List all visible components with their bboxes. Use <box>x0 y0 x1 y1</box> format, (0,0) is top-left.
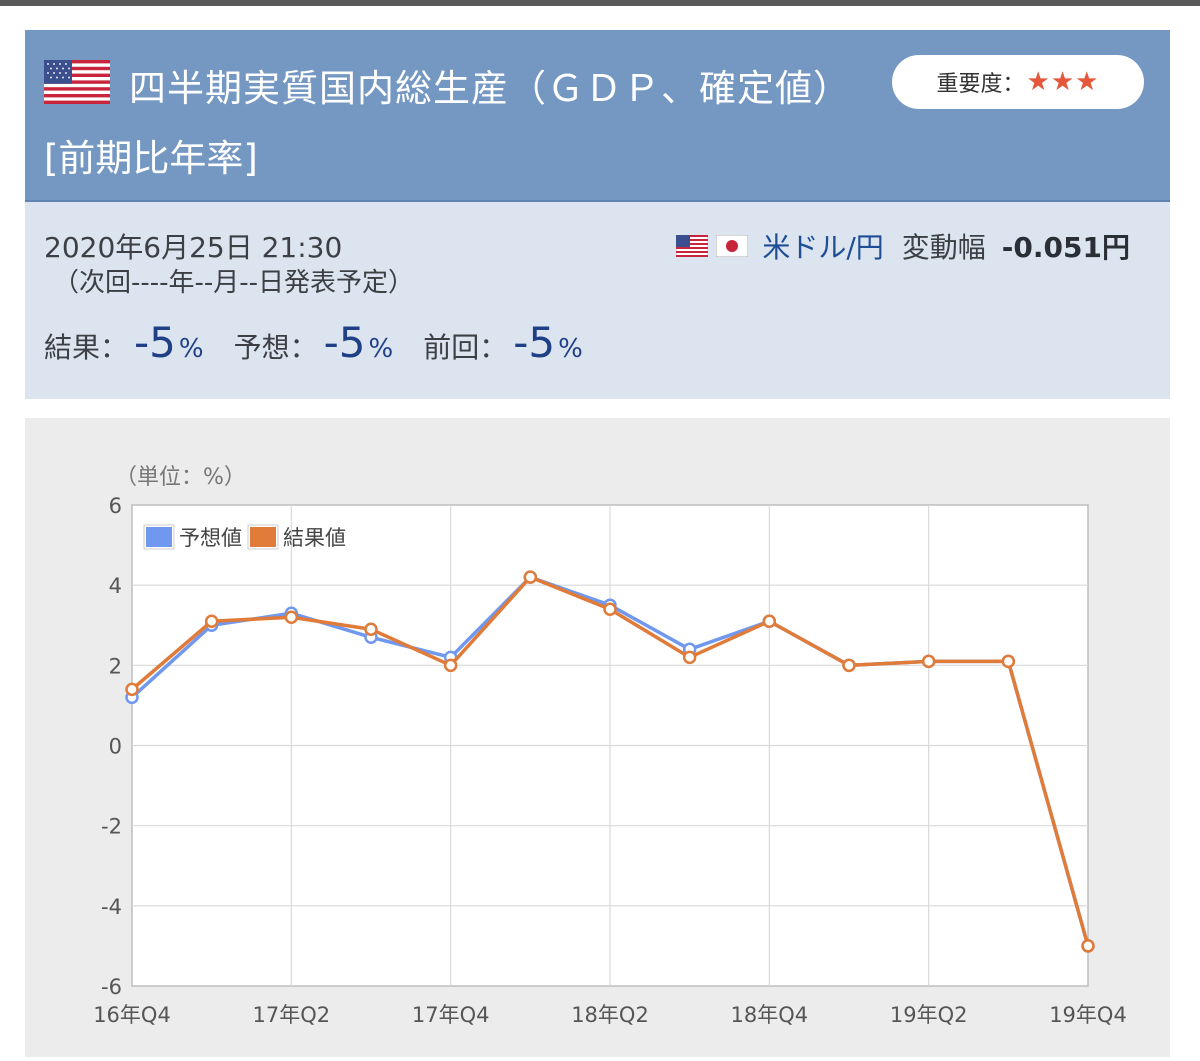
release-datetime: 2020年6月25日 21:30 <box>44 231 343 264</box>
x-tick-label: 18年Q4 <box>731 1003 809 1027</box>
currency-pair-change: 米ドル/円 変動幅 -0.051円 <box>676 226 1130 266</box>
actual-value: -5 <box>134 318 176 367</box>
importance-badge: 重要度： ★★★ <box>892 55 1144 109</box>
data-point[interactable] <box>443 658 458 673</box>
release-info: 2020年6月25日 21:30 （次回----年--月--日発表予定） 米ドル… <box>25 202 1170 399</box>
forecast-unit: % <box>368 334 394 364</box>
actual-label: 結果： <box>44 331 129 364</box>
us-flag-icon <box>44 60 110 108</box>
data-point[interactable] <box>284 610 299 624</box>
y-tick-label: -6 <box>101 975 122 999</box>
top-bar <box>0 0 1200 6</box>
importance-label: 重要度： <box>936 72 1025 97</box>
data-point[interactable] <box>1001 654 1016 669</box>
x-tick-label: 19年Q2 <box>890 1003 968 1027</box>
data-point[interactable] <box>1081 939 1095 953</box>
indicator-subtitle: [前期比年率] <box>44 137 258 180</box>
star-rating-icon: ★★★ <box>1026 67 1100 97</box>
indicator-title: 四半期実質国内総生産（ＧＤＰ、確定値） <box>129 67 851 110</box>
data-point[interactable] <box>523 570 538 584</box>
data-point[interactable] <box>125 682 139 697</box>
previous-value: -5 <box>513 318 556 367</box>
x-tick-label: 17年Q4 <box>412 1003 490 1027</box>
currency-pair-link[interactable]: 米ドル/円 <box>762 226 883 266</box>
previous-unit: % <box>558 334 583 364</box>
previous-label: 前回： <box>423 331 508 364</box>
data-point[interactable] <box>682 650 697 665</box>
unit-label: （単位：%） <box>115 465 246 490</box>
legend-swatch <box>248 525 278 549</box>
y-tick-label: -2 <box>101 815 122 839</box>
legend-swatch <box>144 525 174 549</box>
indicator-header: 四半期実質国内総生産（ＧＤＰ、確定値） [前期比年率] 重要度： ★★★ <box>25 30 1170 202</box>
y-tick-label: 0 <box>109 735 122 759</box>
x-tick-label: 18年Q2 <box>571 1003 649 1027</box>
data-point[interactable] <box>921 654 936 669</box>
actual-unit: % <box>178 334 204 364</box>
chart-panel: （単位：%） 6 4 2 0 -2 -4 -6 16年Q4 17年Q2 17年Q4 18年Q2 18… <box>25 418 1170 1057</box>
change-label: 変動幅 <box>901 231 986 264</box>
y-tick-label: 6 <box>109 494 122 518</box>
x-tick-label: 16年Q4 <box>93 1003 171 1027</box>
y-tick-label: 2 <box>109 654 122 678</box>
forecast-value: -5 <box>323 318 366 367</box>
forecast-label: 予想： <box>233 331 318 364</box>
result-summary: 結果： -5 % 予想： -5 % 前回： -5 % <box>44 318 613 367</box>
x-tick-label: 19年Q4 <box>1049 1003 1127 1027</box>
japan-flag-icon <box>716 235 749 257</box>
y-tick-label: 4 <box>109 574 122 598</box>
data-point[interactable] <box>364 622 378 637</box>
next-release: （次回----年--月--日発表予定） <box>53 268 415 298</box>
data-point[interactable] <box>204 614 219 628</box>
change-value: -0.051円 <box>1001 231 1130 264</box>
data-point[interactable] <box>842 658 856 673</box>
gdp-line-chart: （単位：%） 6 4 2 0 -2 -4 -6 16年Q4 17年Q2 17年Q4 18年Q2 18… <box>93 465 1127 1027</box>
x-tick-label: 17年Q2 <box>253 1003 331 1027</box>
legend-label: 予想値 <box>179 526 242 550</box>
us-flag-icon <box>676 235 709 257</box>
y-tick-label: -4 <box>101 895 122 919</box>
legend-label: 結果値 <box>283 526 346 550</box>
data-point[interactable] <box>603 602 617 616</box>
data-point[interactable] <box>762 614 777 628</box>
